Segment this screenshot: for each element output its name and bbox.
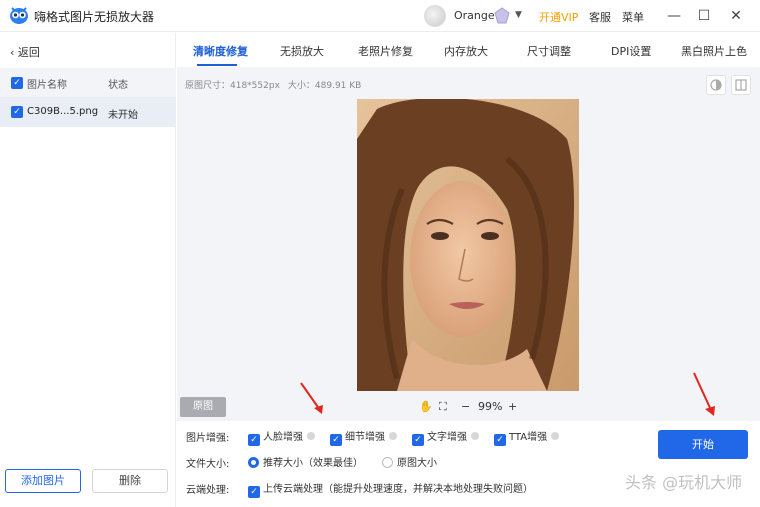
- image-preview: [357, 99, 579, 391]
- select-all-checkbox[interactable]: ✓: [11, 77, 23, 89]
- watermark: 头条 @玩机大师: [625, 473, 743, 492]
- active-tab-indicator: [197, 64, 237, 66]
- checkbox-icon[interactable]: ✓: [494, 434, 506, 446]
- zoom-out-button[interactable]: −: [461, 400, 470, 413]
- maximize-button[interactable]: ☐: [694, 6, 714, 26]
- feature-tabs: 清晰度修复 无损放大 老照片修复 内存放大 尺寸调整 DPI设置 黑白照片上色: [177, 33, 760, 67]
- file-checkbox[interactable]: ✓: [11, 106, 23, 118]
- chevron-left-icon: ‹: [10, 46, 18, 59]
- hand-pan-icon[interactable]: ✋: [419, 400, 433, 413]
- filesize-label: 文件大小:: [186, 459, 230, 470]
- checkbox-icon[interactable]: ✓: [330, 434, 342, 446]
- enhance-label: 图片增强:: [186, 433, 230, 444]
- checkbox-icon[interactable]: ✓: [248, 486, 260, 498]
- image-dimensions: 原图尺寸：418*552px: [185, 81, 280, 91]
- radio-selected-icon[interactable]: [248, 457, 259, 468]
- owl-logo-icon: [10, 7, 28, 24]
- original-size-option[interactable]: 原图大小: [382, 454, 437, 469]
- tab-resize[interactable]: 尺寸调整: [527, 43, 571, 59]
- help-icon[interactable]: [551, 432, 560, 440]
- tab-memory-enlarge[interactable]: 内存放大: [444, 43, 488, 59]
- file-sidebar: ‹ 返回 ✓ 图片名称 状态 ✓ C309B...5.png 未开始 添加图片 …: [0, 33, 176, 507]
- checkbox-icon[interactable]: ✓: [412, 434, 424, 446]
- annotation-arrow-icon: [693, 372, 715, 416]
- minimize-button[interactable]: —: [664, 6, 684, 26]
- help-icon[interactable]: [389, 432, 397, 440]
- close-button[interactable]: ✕: [726, 6, 746, 26]
- username[interactable]: Orange: [454, 9, 495, 22]
- column-header-name: 图片名称: [27, 80, 67, 91]
- start-button[interactable]: 开始: [658, 430, 748, 459]
- recommended-size-option[interactable]: 推荐大小（效果最佳）: [248, 454, 363, 469]
- tab-clarity-repair[interactable]: 清晰度修复: [193, 43, 248, 59]
- file-status: 未开始: [108, 110, 138, 121]
- member-gem-icon: [494, 7, 510, 24]
- checkbox-icon[interactable]: ✓: [248, 434, 260, 446]
- image-info: 原图尺寸：418*552px 大小：489.91 KB: [185, 78, 369, 91]
- zoom-toolbar: ✋ ⛶ − 99% +: [409, 397, 529, 419]
- user-avatar[interactable]: [424, 5, 446, 27]
- tab-colorize[interactable]: 黑白照片上色: [681, 43, 747, 59]
- compare-icon[interactable]: [706, 75, 726, 95]
- vip-link[interactable]: 开通VIP: [539, 9, 578, 25]
- help-icon[interactable]: [307, 432, 315, 440]
- main-panel: 清晰度修复 无损放大 老照片修复 内存放大 尺寸调整 DPI设置 黑白照片上色 …: [177, 33, 760, 507]
- account-dropdown-icon[interactable]: ▼: [515, 10, 522, 20]
- split-view-icon[interactable]: [731, 75, 751, 95]
- original-view-button[interactable]: 原图: [180, 397, 226, 417]
- face-enhance-option[interactable]: ✓ 人脸增强: [248, 428, 315, 446]
- cloud-label: 云端处理:: [186, 485, 230, 496]
- tta-enhance-option[interactable]: ✓ TTA增强: [494, 428, 560, 446]
- title-bar: 嗨格式图片无损放大器 Orange ▼ 开通VIP 客服 菜单 — ☐ ✕: [0, 0, 760, 32]
- tab-lossless-upscale[interactable]: 无损放大: [280, 43, 324, 59]
- app-title: 嗨格式图片无损放大器: [34, 10, 155, 24]
- detail-enhance-option[interactable]: ✓ 细节增强: [330, 428, 397, 446]
- back-button[interactable]: ‹ 返回: [10, 44, 40, 60]
- radio-icon[interactable]: [382, 457, 393, 468]
- text-enhance-option[interactable]: ✓ 文字增强: [412, 428, 479, 446]
- add-image-button[interactable]: 添加图片: [5, 469, 81, 493]
- zoom-in-button[interactable]: +: [508, 400, 517, 413]
- column-header-status: 状态: [108, 80, 128, 91]
- menu-link[interactable]: 菜单: [622, 9, 644, 25]
- tab-dpi-settings[interactable]: DPI设置: [611, 43, 651, 59]
- fit-screen-icon[interactable]: ⛶: [439, 400, 447, 414]
- file-row[interactable]: ✓ C309B...5.png 未开始: [0, 97, 176, 127]
- delete-button[interactable]: 删除: [92, 469, 168, 493]
- image-filesize: 大小：489.91 KB: [287, 81, 362, 91]
- options-panel: 图片增强: ✓ 人脸增强 ✓ 细节增强 ✓ 文字增强 ✓ TTA增强 文件大小: 推荐大…: [177, 421, 760, 507]
- cloud-processing-option[interactable]: ✓ 上传云端处理（能提升处理速度，并解决本地处理失败问题）: [248, 480, 533, 498]
- zoom-level: 99%: [478, 400, 503, 413]
- back-label: 返回: [17, 46, 40, 59]
- tab-old-photo-repair[interactable]: 老照片修复: [358, 43, 413, 59]
- file-list-header: ✓ 图片名称 状态: [0, 68, 176, 97]
- help-icon[interactable]: [471, 432, 479, 440]
- annotation-arrow-icon: [300, 382, 323, 414]
- file-name: C309B...5.png: [27, 106, 99, 117]
- customer-service-link[interactable]: 客服: [589, 9, 611, 25]
